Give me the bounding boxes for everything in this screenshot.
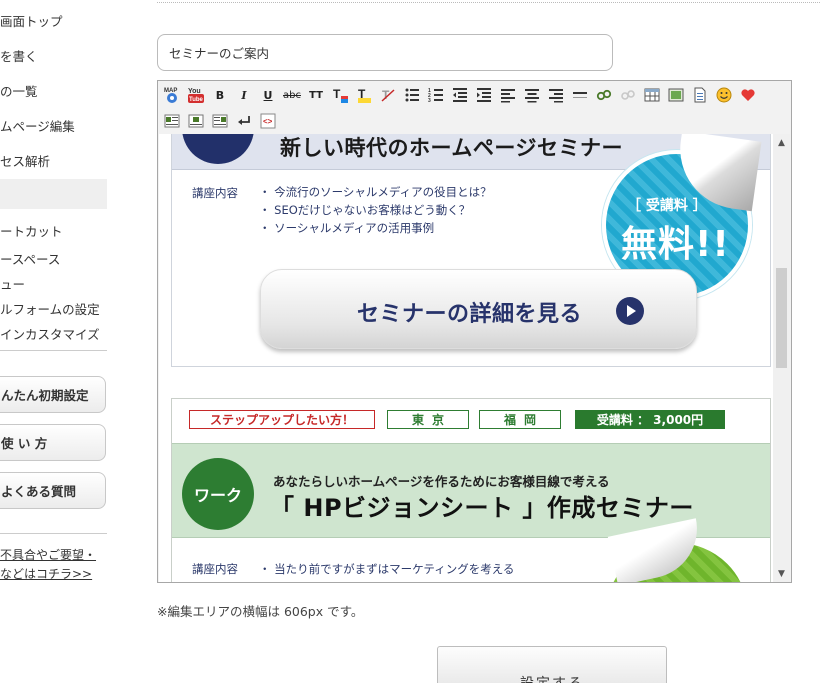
editor-scrollbar[interactable]: ▲ ▼ — [773, 134, 790, 582]
template-left-image-icon[interactable] — [161, 111, 183, 131]
font-color-icon[interactable]: T — [329, 85, 351, 105]
sidebar-item-access-analysis[interactable]: セス解析 — [0, 151, 50, 170]
editor-width-note: ※編集エリアの横幅は 606px です。 — [157, 604, 364, 619]
source-code-icon[interactable]: <> — [257, 111, 279, 131]
sidebar-item-list[interactable]: の一覧 — [0, 81, 38, 100]
link-icon[interactable] — [593, 85, 615, 105]
arrow-right-icon — [616, 297, 644, 325]
document-icon[interactable] — [689, 85, 711, 105]
editor-content[interactable]: 新しい時代のホームページセミナー 講座内容 ・ 今流行のソーシャルメディアの役目… — [159, 134, 773, 582]
align-left-icon[interactable] — [497, 85, 519, 105]
list-item: ・ 今流行のソーシャルメディアの役目とは？ — [259, 185, 492, 199]
how-to-use-button[interactable]: 使 い 方 — [0, 424, 106, 461]
horizontal-rule-icon[interactable] — [569, 85, 591, 105]
rich-text-editor: MAP You Tube B I U abc TT T T T 123 <> 新… — [157, 80, 792, 583]
seminar-badge-circle — [182, 134, 254, 164]
youtube-icon[interactable]: You Tube — [185, 85, 207, 105]
map-icon[interactable]: MAP — [161, 85, 183, 105]
svg-text:MAP: MAP — [164, 88, 177, 94]
font-size-icon[interactable]: TT — [305, 85, 327, 105]
page: 画面トップ を書く の一覧 ムページ編集 セス解析 ートカット ースペース ュー… — [0, 0, 820, 683]
emoji-icon[interactable] — [713, 85, 735, 105]
bullet-list-icon[interactable] — [401, 85, 423, 105]
table-icon[interactable] — [641, 85, 663, 105]
scroll-up-icon[interactable]: ▲ — [773, 134, 790, 151]
underline-icon[interactable]: U — [257, 85, 279, 105]
faq-button[interactable]: よくある質問 — [0, 472, 106, 509]
svg-text:T: T — [358, 87, 366, 101]
sidebar: 画面トップ を書く の一覧 ムページ編集 セス解析 ートカット ースペース ュー… — [0, 0, 110, 683]
seminar-detail-label: セミナーの詳細を見る — [357, 302, 583, 327]
outdent-icon[interactable] — [449, 85, 471, 105]
heart-icon[interactable] — [737, 85, 759, 105]
seminar-block-2: ステップアップしたい方！ 東京 福岡 受講料 ： 3,000円 ワーク あなたら… — [171, 398, 771, 582]
sidebar-item-homepage-edit[interactable]: ムページ編集 — [0, 116, 75, 135]
stepup-tag: ステップアップしたい方！ — [189, 410, 375, 429]
svg-text:T: T — [333, 87, 341, 101]
seminar-title: 新しい時代のホームページセミナー — [280, 136, 623, 160]
scrollbar-thumb[interactable] — [776, 268, 787, 368]
template-center-image-icon[interactable] — [185, 111, 207, 131]
fee-tag: 受講料 ： 3,000円 — [575, 410, 725, 429]
course-label: 講座内容 — [192, 562, 238, 576]
sidebar-item-selected[interactable] — [0, 179, 107, 209]
svg-text:<>: <> — [263, 117, 273, 126]
indent-icon[interactable] — [473, 85, 495, 105]
divider — [157, 2, 820, 3]
align-center-icon[interactable] — [521, 85, 543, 105]
clear-format-icon[interactable]: T — [377, 85, 399, 105]
list-item: ・ SEOだけじゃないお客様はどう動く？ — [259, 203, 471, 217]
sidebar-item-mailform[interactable]: ルフォームの設定 — [0, 299, 100, 318]
template-right-image-icon[interactable] — [209, 111, 231, 131]
submit-button[interactable]: 設定する — [437, 646, 667, 683]
fukuoka-tag: 福岡 — [479, 410, 561, 429]
seminar-detail-button[interactable]: セミナーの詳細を見る — [260, 269, 697, 349]
tokyo-tag: 東京 — [387, 410, 469, 429]
feedback-link[interactable]: 不具合やご要望・ — [0, 546, 96, 565]
title-input[interactable]: セミナーのご案内 — [157, 34, 613, 71]
svg-text:Tube: Tube — [189, 97, 204, 103]
easy-setup-button[interactable]: んたん初期設定 — [0, 376, 106, 413]
scroll-down-icon[interactable]: ▼ — [773, 565, 790, 582]
list-item: ・ ソーシャルメディアの活用事例 — [259, 221, 435, 235]
numbered-list-icon[interactable]: 123 — [425, 85, 447, 105]
sidebar-item-design-customize[interactable]: インカスタマイズ — [0, 324, 100, 343]
strikethrough-icon[interactable]: abc — [281, 85, 303, 105]
svg-text:3: 3 — [428, 98, 431, 103]
sidebar-divider — [0, 533, 107, 534]
image-icon[interactable] — [665, 85, 687, 105]
fee-label: ［ 受講料 ］ — [627, 198, 707, 214]
sidebar-item-shortcut[interactable]: ートカット — [0, 221, 63, 240]
free-label: 無料!! — [621, 224, 730, 265]
sidebar-item-space[interactable]: ースペース — [0, 249, 60, 268]
feedback-link[interactable]: などはコチラ>> — [0, 565, 92, 584]
sidebar-item-top[interactable]: 画面トップ — [0, 11, 63, 30]
bold-icon[interactable]: B — [209, 85, 231, 105]
svg-text:You: You — [188, 88, 201, 95]
seminar-title: 「 HPビジョンシート 」作成セミナー — [270, 494, 694, 522]
newline-icon[interactable] — [233, 111, 255, 131]
unlink-icon[interactable] — [617, 85, 639, 105]
course-label: 講座内容 — [192, 186, 238, 200]
sidebar-divider — [0, 350, 107, 351]
work-badge: ワーク — [182, 458, 254, 530]
list-item: ・ 当たり前ですがまずはマーケティングを考える — [259, 562, 515, 576]
toolbar-row-2: <> — [158, 108, 281, 134]
course-list: ・ 今流行のソーシャルメディアの役目とは？ ・ SEOだけじゃないお客様はどう動… — [259, 183, 492, 237]
italic-icon[interactable]: I — [233, 85, 255, 105]
seminar-block-1: 新しい時代のホームページセミナー 講座内容 ・ 今流行のソーシャルメディアの役目… — [171, 134, 771, 367]
highlight-icon[interactable]: T — [353, 85, 375, 105]
sidebar-item-write[interactable]: を書く — [0, 46, 38, 65]
toolbar-row-1: MAP You Tube B I U abc TT T T T 123 — [158, 82, 761, 108]
align-right-icon[interactable] — [545, 85, 567, 105]
sidebar-item-menu[interactable]: ュー — [0, 274, 25, 293]
